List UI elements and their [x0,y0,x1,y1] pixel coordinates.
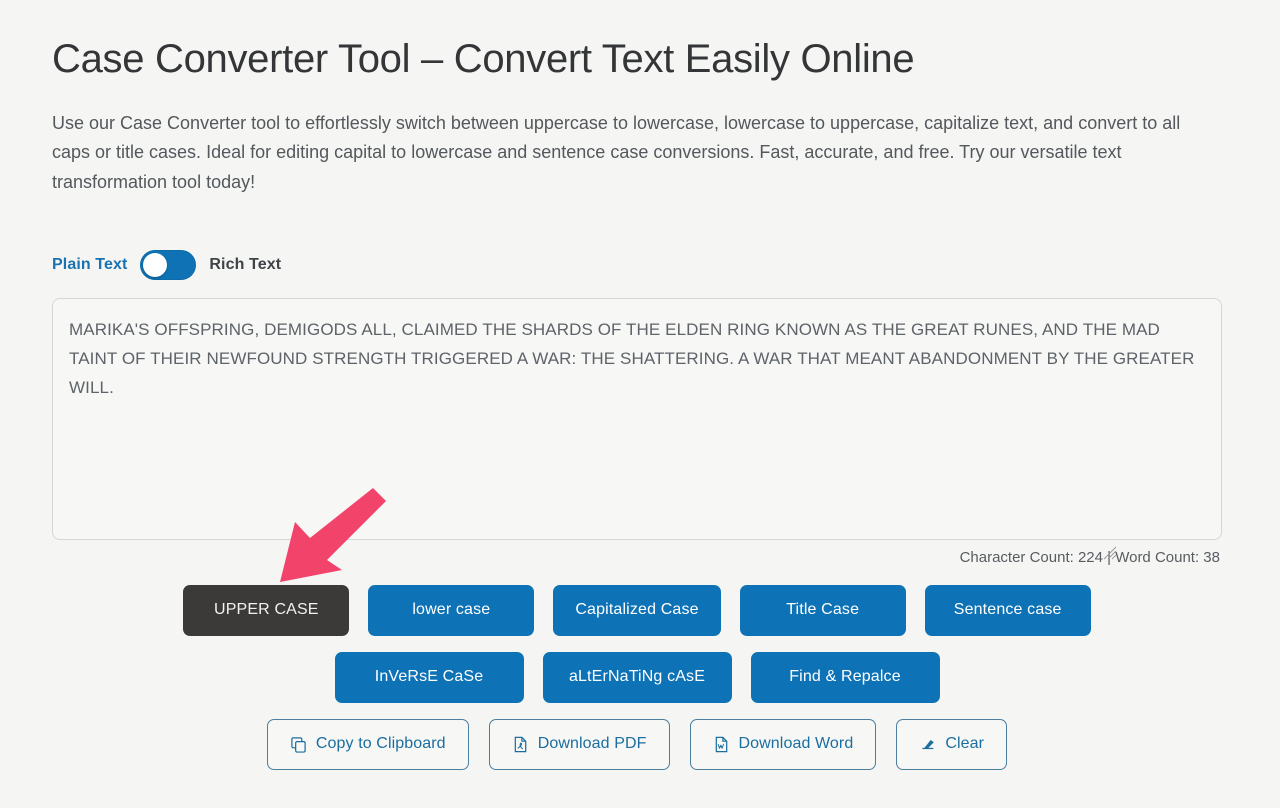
page-description: Use our Case Converter tool to effortles… [52,113,1181,192]
case-converter-page: Case Converter Tool – Convert Text Easil… [0,0,1280,808]
download-word-label: Download Word [738,735,854,753]
lower-case-button[interactable]: lower case [368,584,535,636]
download-pdf-label: Download PDF [537,735,647,753]
pdf-file-icon [512,736,529,753]
case-buttons-row-2: InVeRsE CaSe aLtErNaTiNg cAsE Find & Rep… [52,651,1222,703]
case-button-groups: UPPER CASE lower case Capitalized Case T… [52,584,1228,770]
clear-label: Clear [945,735,985,753]
text-mode-toggle-row: Plain Text Rich Text [52,249,1228,280]
plain-text-label[interactable]: Plain Text [52,256,127,274]
case-buttons-row-1: UPPER CASE lower case Capitalized Case T… [52,584,1222,636]
switch-knob [143,252,168,277]
download-word-button[interactable]: Download Word [689,718,877,770]
alternating-case-button[interactable]: aLtErNaTiNg cAsE [542,651,732,703]
find-replace-button[interactable]: Find & Repalce [750,651,940,703]
upper-case-button[interactable]: UPPER CASE [183,584,350,636]
clear-button[interactable]: Clear [896,718,1008,770]
editor-container: Character Count: 224 | Word Count: 38 [52,297,1228,566]
copy-to-clipboard-label: Copy to Clipboard [315,735,446,753]
text-input-area[interactable] [52,297,1222,540]
plain-rich-text-switch[interactable] [140,249,197,280]
capitalized-case-button[interactable]: Capitalized Case [553,584,721,636]
eraser-icon [919,736,936,753]
inverse-case-button[interactable]: InVeRsE CaSe [334,651,524,703]
download-pdf-button[interactable]: Download PDF [488,718,670,770]
character-word-count: Character Count: 224 | Word Count: 38 [959,548,1220,566]
title-case-button[interactable]: Title Case [739,584,906,636]
action-buttons-row: Copy to Clipboard Download PDF Download … [52,718,1222,770]
page-title: Case Converter Tool – Convert Text Easil… [52,37,915,81]
rich-text-label[interactable]: Rich Text [209,256,281,274]
sentence-case-button[interactable]: Sentence case [924,584,1091,636]
copy-icon [290,736,307,753]
copy-to-clipboard-button[interactable]: Copy to Clipboard [266,718,469,770]
word-file-icon [713,736,730,753]
